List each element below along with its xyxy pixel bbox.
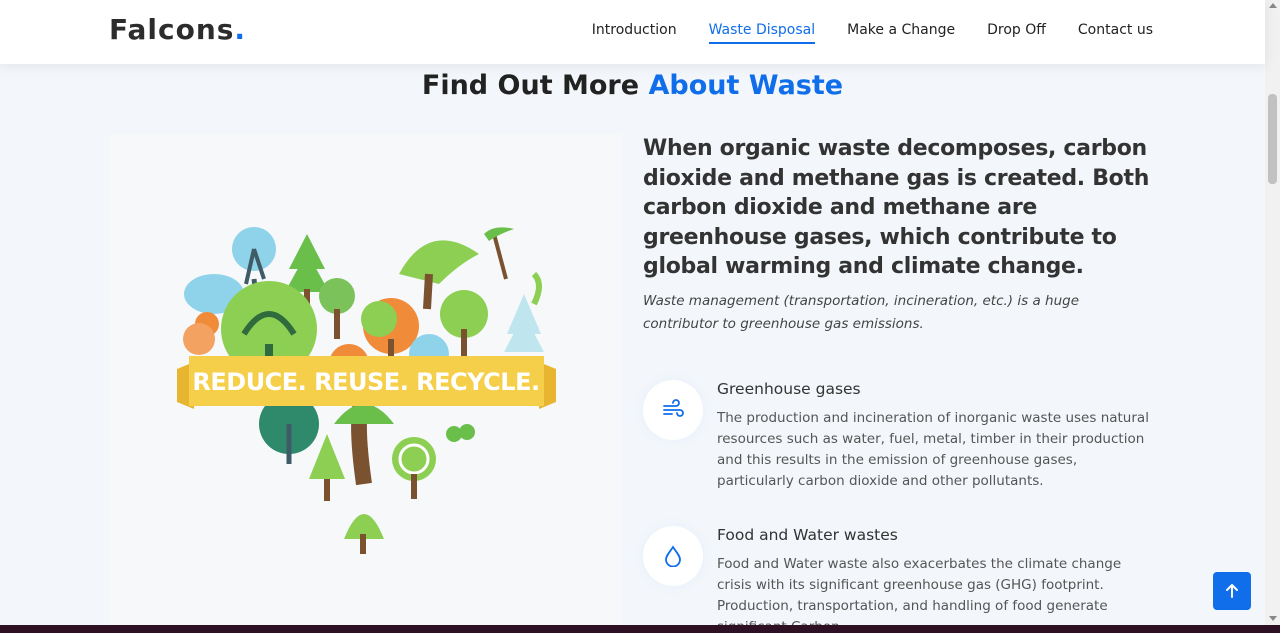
- droplet-icon: [665, 545, 681, 567]
- content-column: When organic waste decomposes, carbon di…: [643, 134, 1158, 336]
- section-title-prefix: Find Out More: [421, 70, 640, 101]
- feature-icon-circle: [643, 526, 703, 586]
- nav-waste-disposal[interactable]: Waste Disposal: [708, 22, 816, 44]
- site-header: Falcons. Introduction Waste Disposal Mak…: [0, 0, 1265, 64]
- recycle-heart-illustration: REDUCE. REUSE. RECYCLE.: [109, 134, 621, 633]
- main-nav: Introduction Waste Disposal Make a Chang…: [592, 22, 1153, 44]
- feature-text: Food and Water waste also exacerbates th…: [717, 556, 1122, 633]
- section-title: Find Out More About Waste: [0, 70, 1265, 101]
- scroll-thumb[interactable]: [1268, 94, 1277, 184]
- scroll-up-arrow[interactable]: [1269, 3, 1277, 8]
- feature-text: The production and incineration of inorg…: [717, 410, 1149, 489]
- back-to-top-button[interactable]: [1213, 572, 1251, 610]
- scroll-down-arrow[interactable]: [1269, 616, 1277, 621]
- brand-name: Falcons: [109, 13, 235, 46]
- nav-contact-us[interactable]: Contact us: [1078, 22, 1153, 44]
- section-title-accent: About Waste: [648, 70, 844, 101]
- lead-heading: When organic waste decomposes, carbon di…: [643, 136, 1150, 279]
- feature-title: Greenhouse gases: [717, 380, 861, 398]
- feature-icon-circle: [643, 380, 703, 440]
- page-scrollbar[interactable]: [1265, 0, 1280, 625]
- feature-title: Food and Water wastes: [717, 526, 898, 544]
- nav-make-a-change[interactable]: Make a Change: [847, 22, 955, 44]
- recycle-banner: REDUCE. REUSE. RECYCLE.: [177, 356, 556, 409]
- nav-drop-off[interactable]: Drop Off: [987, 22, 1046, 44]
- lead-subtext: Waste management (transportation, incine…: [643, 292, 1079, 332]
- arrow-up-icon: [1226, 584, 1238, 598]
- wind-icon: [663, 399, 684, 417]
- svg-text:REDUCE. REUSE. RECYCLE.: REDUCE. REUSE. RECYCLE.: [192, 368, 539, 396]
- os-taskbar: [0, 625, 1280, 633]
- nav-introduction[interactable]: Introduction: [592, 22, 677, 44]
- brand-logo[interactable]: Falcons.: [109, 13, 246, 46]
- brand-dot: .: [234, 13, 247, 46]
